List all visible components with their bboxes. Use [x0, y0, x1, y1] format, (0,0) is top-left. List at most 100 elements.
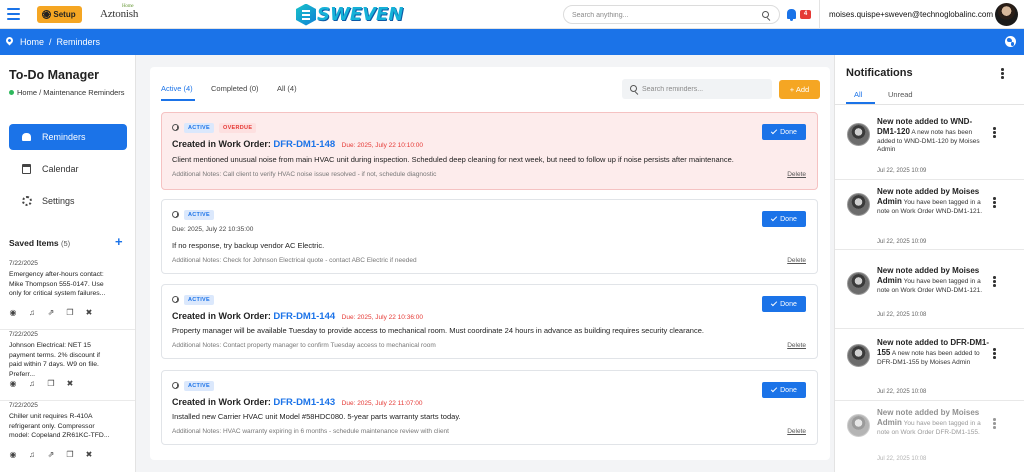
- sweven-logo[interactable]: SWEVEN: [296, 3, 403, 26]
- search-icon[interactable]: [762, 11, 769, 18]
- work-order-link[interactable]: DFR-DM1-148: [273, 139, 335, 150]
- saved-item-date: 7/22/2025: [9, 402, 38, 409]
- global-search-input[interactable]: [572, 9, 752, 21]
- tab-unread-notifications[interactable]: Unread: [888, 90, 913, 99]
- sidebar-item-calendar[interactable]: Calendar: [9, 156, 127, 182]
- aztonish-logo-tag: Home: [122, 4, 134, 9]
- sweven-logo-text: SWEVEN: [317, 4, 404, 25]
- tab-all[interactable]: All (4): [277, 84, 297, 93]
- sidebar-item-settings[interactable]: Settings: [9, 188, 127, 214]
- tab-all-notifications[interactable]: All: [854, 90, 862, 99]
- notification-menu-icon[interactable]: [993, 348, 996, 359]
- external-link-icon[interactable]: ⇗: [47, 451, 55, 459]
- globe-icon[interactable]: [1005, 36, 1016, 47]
- status-dot-icon: [9, 90, 14, 95]
- reminder-search: [622, 79, 772, 99]
- gear-icon: [43, 11, 51, 18]
- saved-item[interactable]: 7/22/2025 Emergency after-hours contact:…: [0, 260, 135, 330]
- location-pin-icon: [4, 35, 15, 46]
- sidebar-breadcrumb-text: Home / Maintenance Reminders: [17, 88, 125, 97]
- check-icon: [770, 214, 778, 221]
- breadcrumb-home[interactable]: Home: [20, 37, 44, 47]
- reminders-panel: Active (4) Completed (0) All (4) + Add A…: [150, 67, 830, 460]
- notification-date: Jul 22, 2025 10:08: [877, 389, 927, 395]
- breadcrumb-current: Reminders: [56, 37, 101, 47]
- reminder-notes: Additional Notes: HVAC warranty expiring…: [172, 428, 449, 435]
- close-icon[interactable]: ✖: [66, 380, 74, 388]
- done-button[interactable]: Done: [762, 124, 806, 140]
- saved-items-heading: Saved Items (5): [9, 238, 70, 248]
- user-email[interactable]: moises.quispe+sweven@technoglobalinc.com: [829, 10, 993, 19]
- copy-icon[interactable]: ❐: [66, 309, 74, 317]
- aztonish-logo[interactable]: Aztonish Home: [100, 4, 138, 20]
- breadcrumb-separator: /: [49, 37, 52, 47]
- bell-icon[interactable]: ♫: [28, 309, 36, 317]
- sidebar-item-label: Settings: [42, 196, 75, 206]
- work-order-link[interactable]: DFR-DM1-143: [273, 397, 335, 408]
- external-link-icon[interactable]: ⇗: [47, 309, 55, 317]
- work-order-link[interactable]: DFR-DM1-144: [273, 311, 335, 322]
- notification-text: New note added by Moises Admin You have …: [877, 408, 989, 437]
- notification-item[interactable]: New note added by Moises Admin You have …: [835, 408, 1024, 472]
- bell-icon[interactable]: ♫: [28, 451, 36, 459]
- close-icon[interactable]: ✖: [85, 309, 93, 317]
- sidebar-item-reminders[interactable]: Reminders: [9, 124, 127, 150]
- copy-icon[interactable]: ❐: [66, 451, 74, 459]
- bell-icon[interactable]: ♫: [28, 380, 36, 388]
- notification-item[interactable]: New note added to DFR-DM1-155 A new note…: [835, 338, 1024, 401]
- notification-text: New note added by Moises Admin You have …: [877, 266, 989, 295]
- notification-date: Jul 22, 2025 10:09: [877, 239, 927, 245]
- breadcrumb-bar: Home / Reminders: [0, 29, 1024, 55]
- check-icon: [770, 127, 778, 134]
- notification-menu-icon[interactable]: [993, 276, 996, 287]
- reminder-title-prefix: Created in Work Order:: [172, 397, 271, 407]
- notification-menu-icon[interactable]: [993, 197, 996, 208]
- user-avatar[interactable]: [995, 3, 1018, 26]
- reminder-description: Installed new Carrier HVAC unit Model #5…: [172, 412, 461, 421]
- delete-link[interactable]: Delete: [787, 171, 806, 178]
- done-button[interactable]: Done: [762, 211, 806, 227]
- saved-item-text: Chiller unit requires R-410A refrigerant…: [9, 413, 110, 439]
- notification-menu-icon[interactable]: [993, 418, 996, 429]
- saved-items-title: Saved Items: [9, 238, 59, 248]
- done-button[interactable]: Done: [762, 382, 806, 398]
- sidebar-item-label: Calendar: [42, 164, 79, 174]
- sidebar-breadcrumb: Home / Maintenance Reminders: [9, 88, 129, 98]
- add-saved-item-button[interactable]: +: [115, 234, 123, 249]
- notifications-divider: [835, 104, 1024, 105]
- copy-icon[interactable]: ❐: [47, 380, 55, 388]
- notification-item[interactable]: New note added by Moises Admin You have …: [835, 187, 1024, 250]
- view-icon[interactable]: ◉: [9, 309, 17, 317]
- reminder-search-input[interactable]: [642, 83, 762, 95]
- view-icon[interactable]: ◉: [9, 380, 17, 388]
- delete-link[interactable]: Delete: [787, 342, 806, 349]
- delete-link[interactable]: Delete: [787, 257, 806, 264]
- done-label: Done: [780, 128, 797, 136]
- delete-link[interactable]: Delete: [787, 428, 806, 435]
- more-options-icon[interactable]: [1001, 68, 1004, 79]
- notification-menu-icon[interactable]: [993, 127, 996, 138]
- tab-active[interactable]: Active (4): [161, 84, 193, 93]
- done-label: Done: [780, 215, 797, 223]
- notification-item[interactable]: New note added by Moises Admin You have …: [835, 266, 1024, 329]
- reminder-title: Created in Work Order: DFR-DM1-144 Due: …: [172, 311, 423, 322]
- check-icon: [770, 299, 778, 306]
- close-icon[interactable]: ✖: [85, 451, 93, 459]
- reminder-card: ACTIVE Due: 2025, July 22 10:35:00 If no…: [161, 199, 818, 274]
- add-reminder-button[interactable]: + Add: [779, 80, 820, 99]
- hamburger-menu-icon[interactable]: [7, 8, 20, 20]
- done-button[interactable]: Done: [762, 296, 806, 312]
- notification-item[interactable]: New note added to WND-DM1-120 A new note…: [835, 117, 1024, 180]
- reminder-card: ACTIVE OVERDUE Created in Work Order: DF…: [161, 112, 818, 190]
- reminder-notes: Additional Notes: Contact property manag…: [172, 342, 436, 349]
- notifications-bell-icon[interactable]: [787, 9, 796, 21]
- saved-item[interactable]: 7/22/2025 Johnson Electrical: NET 15 pay…: [0, 331, 135, 401]
- saved-item[interactable]: 7/22/2025 Chiller unit requires R-410A r…: [0, 402, 135, 472]
- setup-label: Setup: [53, 10, 76, 19]
- top-bar: Setup Aztonish Home SWEVEN 4 moises.quis…: [0, 0, 1024, 29]
- tab-completed[interactable]: Completed (0): [211, 84, 259, 93]
- setup-button[interactable]: Setup: [37, 6, 82, 23]
- sweven-logo-icon: [296, 3, 316, 26]
- view-icon[interactable]: ◉: [9, 451, 17, 459]
- notification-text: New note added by Moises Admin You have …: [877, 187, 989, 216]
